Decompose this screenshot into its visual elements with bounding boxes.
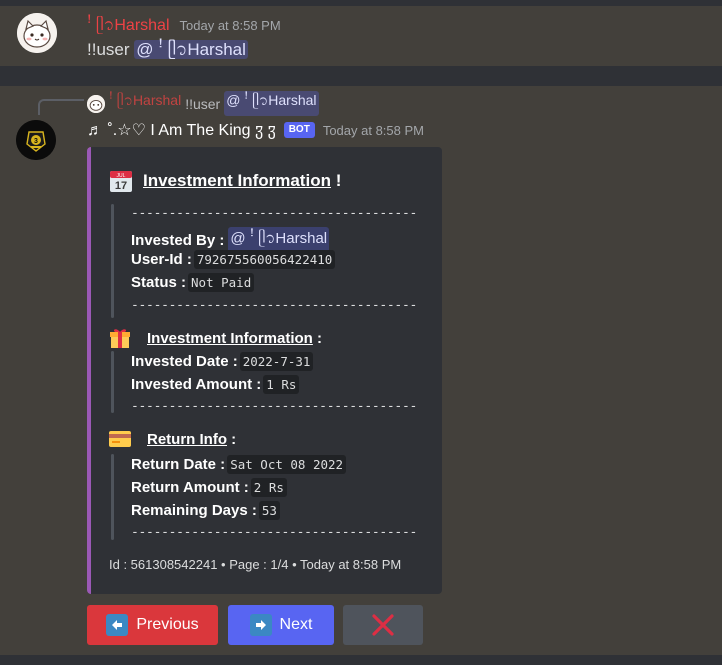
embed-title-row: JUL 17 Investment Information ! [109, 169, 341, 193]
quote-bar [111, 204, 114, 318]
top-bar [0, 0, 722, 6]
remaining-days-value: 53 [258, 501, 280, 520]
svg-text:3: 3 [34, 138, 38, 145]
bot-avatar[interactable]: 3 [16, 120, 56, 160]
status-value: Not Paid [188, 273, 255, 292]
invested-date-label: Invested Date : [131, 353, 238, 370]
return-date-value: Sat Oct 08 2022 [227, 455, 347, 474]
invested-amount-row: Invested Amount : 1 Rs [131, 375, 300, 394]
return-section-header: Return Info : [109, 430, 236, 448]
section2-title: Investment Information [147, 329, 313, 347]
divider-line: -------------------------------------- [131, 298, 418, 313]
svg-text:17: 17 [115, 180, 127, 192]
return-date-label: Return Date : [131, 456, 226, 473]
message-text: !!user [87, 40, 130, 59]
reply-reference[interactable]: ꜝ ᥫ᭡Harshal !!user @ ꜝ ᥫ᭡Harshal [87, 91, 319, 116]
invested-amount-value: 1 Rs [263, 375, 300, 394]
investment-section-header: Investment Information : [109, 327, 322, 349]
user-id-label: User-Id : [131, 251, 192, 268]
embed-title-text: Investment Information [143, 171, 331, 190]
bot-logo-icon: 3 [16, 120, 56, 160]
bot-header: ♬ ˚.☆♡ I Am The King ჳ ჳ BOT Today at 8:… [87, 120, 424, 140]
embed-title-suffix: ! [330, 171, 342, 190]
gift-icon [110, 329, 130, 348]
message-divider [0, 66, 722, 86]
status-row: Status : Not Paid [131, 273, 255, 292]
left-arrow-icon [106, 614, 129, 636]
user-avatar[interactable] [17, 13, 57, 53]
investment-embed: JUL 17 Investment Information ! --------… [87, 147, 442, 594]
bot-name[interactable]: ♬ ˚.☆♡ I Am The King ჳ ჳ [87, 120, 276, 140]
divider-line: -------------------------------------- [131, 206, 418, 221]
bot-tag: BOT [283, 122, 315, 138]
right-arrow-icon [249, 614, 272, 636]
divider-line: -------------------------------------- [131, 525, 418, 540]
reply-text: !!user [185, 95, 221, 112]
embed-footer: Id : 561308542241 • Page : 1/4 • Today a… [109, 557, 402, 572]
reply-avatar [87, 94, 105, 113]
section3-title: Return Info [147, 430, 227, 448]
status-label: Status : [131, 274, 187, 291]
message-timestamp: Today at 8:58 PM [179, 18, 281, 33]
close-button[interactable] [343, 605, 423, 645]
user-id-value: 792675560056422410 [193, 250, 336, 269]
remaining-days-row: Remaining Days : 53 [131, 501, 280, 520]
x-icon [372, 614, 394, 636]
reply-mention[interactable]: @ ꜝ ᥫ᭡Harshal [224, 91, 319, 116]
cat-avatar-icon [87, 94, 105, 113]
cat-avatar-icon [17, 13, 57, 53]
message-content: !!user @ ꜝ ᥫ᭡Harshal [87, 38, 248, 68]
section2-suffix: : [312, 329, 323, 347]
invested-amount-label: Invested Amount : [131, 376, 262, 393]
reply-author[interactable]: ꜝ ᥫ᭡Harshal [109, 91, 181, 116]
return-date-row: Return Date : Sat Oct 08 2022 [131, 455, 347, 474]
bot-timestamp: Today at 8:58 PM [322, 122, 424, 138]
calendar-icon: JUL 17 [110, 171, 132, 192]
embed-title: Investment Information ! [143, 171, 341, 191]
section3-suffix: : [227, 430, 237, 448]
divider-line: -------------------------------------- [131, 399, 418, 414]
invested-date-row: Invested Date : 2022-7-31 [131, 352, 314, 371]
previous-button[interactable]: Previous [87, 605, 218, 645]
invested-date-value: 2022-7-31 [239, 352, 314, 371]
invested-by-label: Invested By : [131, 232, 225, 249]
reply-spine [38, 99, 84, 115]
next-button[interactable]: Next [228, 605, 334, 645]
quote-bar [111, 454, 114, 540]
remaining-days-label: Remaining Days : [131, 502, 257, 519]
quote-bar [111, 351, 114, 413]
user-mention[interactable]: @ ꜝ ᥫ᭡Harshal [134, 40, 248, 59]
return-amount-label: Return Amount : [131, 479, 249, 496]
next-label: Next [279, 616, 313, 633]
svg-text:JUL: JUL [117, 173, 126, 179]
return-amount-value: 2 Rs [250, 478, 287, 497]
credit-card-icon [109, 431, 131, 447]
previous-label: Previous [136, 616, 199, 633]
bottom-bar [0, 655, 722, 665]
user-id-row: User-Id : 792675560056422410 [131, 250, 336, 269]
return-amount-row: Return Amount : 2 Rs [131, 478, 287, 497]
